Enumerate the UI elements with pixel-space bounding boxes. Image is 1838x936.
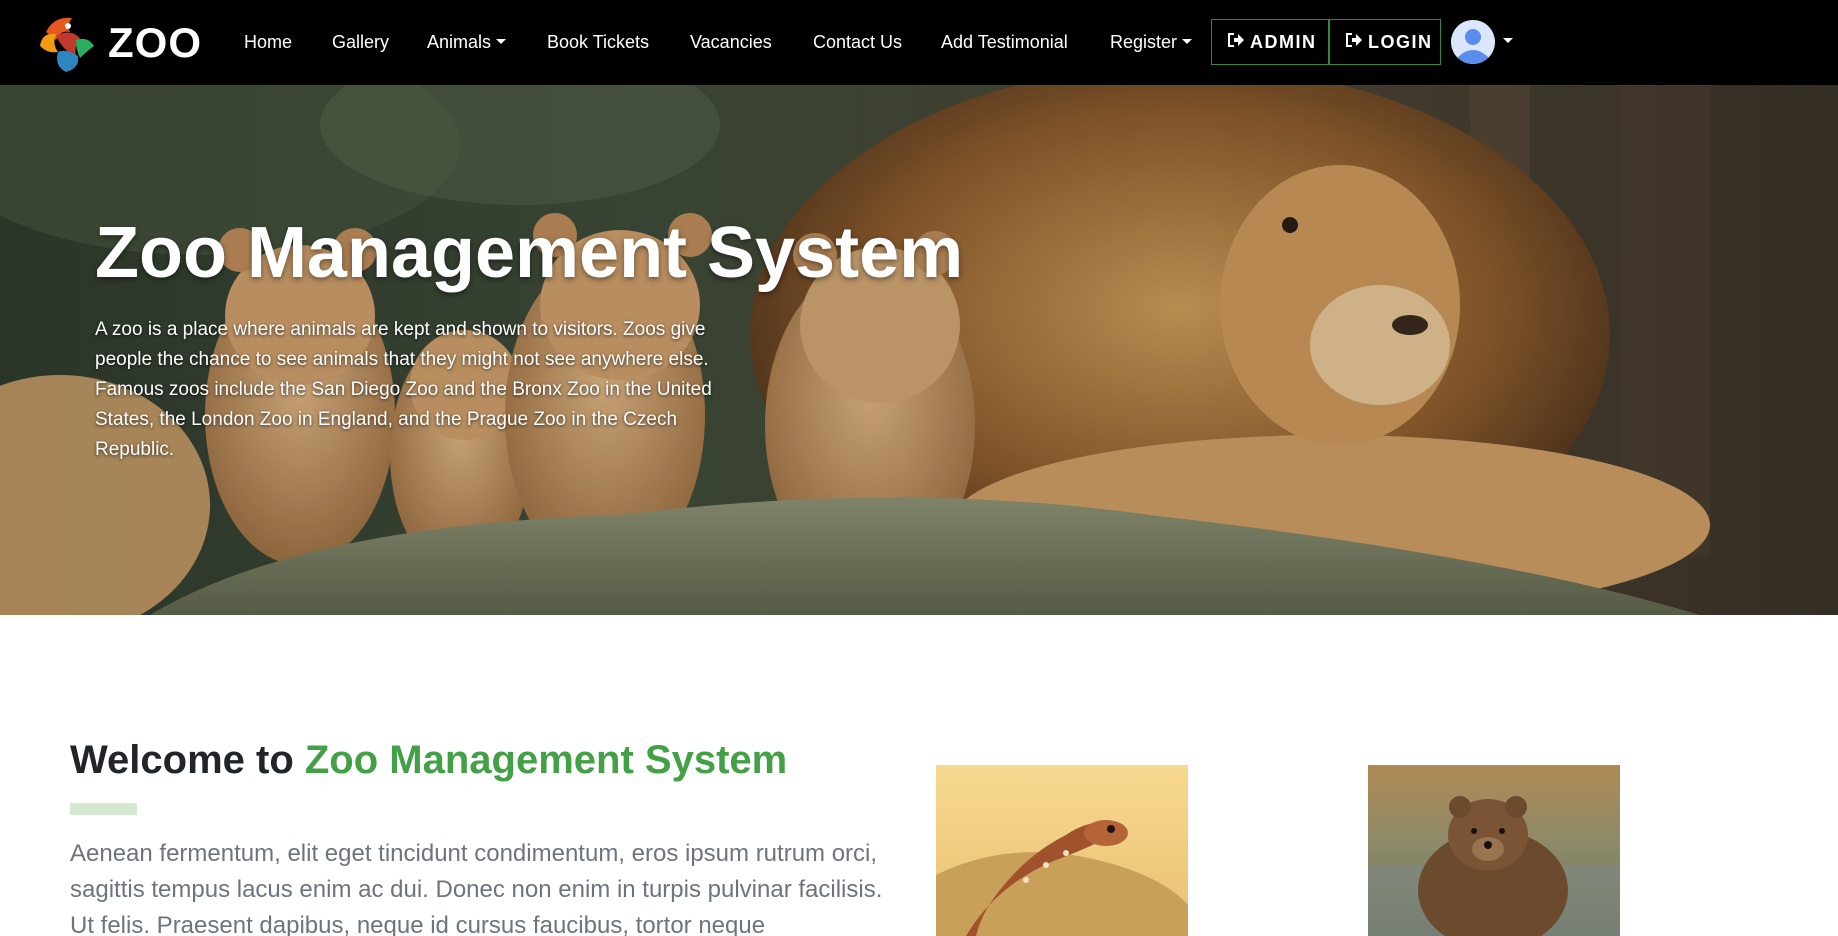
chevron-down-icon	[496, 39, 507, 44]
brand-name: ZOO	[108, 19, 202, 66]
brand-logo[interactable]: ZOO	[36, 12, 206, 74]
login-button[interactable]: LOGIN	[1329, 19, 1441, 65]
welcome-heading-highlight: Zoo Management System	[304, 738, 788, 782]
sign-in-icon	[1344, 31, 1364, 54]
sign-in-icon	[1226, 31, 1246, 54]
hero-banner: Zoo Management System A zoo is a place w…	[0, 85, 1838, 615]
welcome-heading-prefix: Welcome to	[70, 738, 305, 782]
welcome-heading: Welcome to Zoo Management System	[70, 735, 787, 785]
chevron-down-icon[interactable]	[1503, 38, 1513, 43]
admin-button-label: ADMIN	[1250, 31, 1317, 52]
nav-contact-us[interactable]: Contact Us	[813, 30, 902, 54]
chevron-down-icon	[1182, 39, 1193, 44]
hero-description: A zoo is a place where animals are kept …	[95, 319, 712, 460]
heading-underline	[70, 803, 137, 815]
login-button-label: LOGIN	[1368, 31, 1433, 52]
bear-image	[1368, 765, 1620, 936]
top-navbar: ZOO Home Gallery Animals Book Tickets Va…	[0, 0, 1838, 85]
nav-book-tickets[interactable]: Book Tickets	[547, 30, 649, 54]
nav-vacancies[interactable]: Vacancies	[690, 30, 772, 54]
welcome-paragraph: Aenean fermentum, elit eget tincidunt co…	[70, 840, 883, 936]
nav-register-label: Register	[1110, 32, 1178, 52]
zoo-logo-icon	[40, 17, 94, 72]
admin-button[interactable]: ADMIN	[1211, 19, 1329, 65]
nav-home[interactable]: Home	[244, 30, 292, 54]
nav-animals-dropdown[interactable]: Animals	[427, 30, 507, 54]
gecko-image	[936, 765, 1188, 936]
hero-title: Zoo Management System	[95, 213, 964, 293]
nav-register-dropdown[interactable]: Register	[1110, 30, 1193, 54]
page: ZOO Home Gallery Animals Book Tickets Va…	[0, 0, 1838, 936]
user-avatar-icon[interactable]	[1451, 20, 1495, 64]
nav-add-testimonial[interactable]: Add Testimonial	[941, 30, 1068, 54]
nav-animals-label: Animals	[427, 32, 492, 52]
nav-gallery[interactable]: Gallery	[332, 30, 389, 54]
